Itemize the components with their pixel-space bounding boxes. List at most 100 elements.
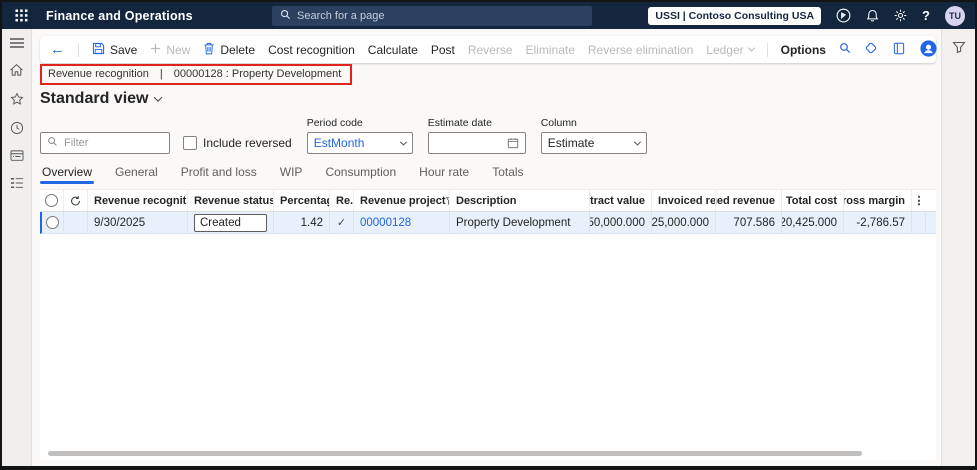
tab-hour-rate[interactable]: Hour rate xyxy=(419,165,469,182)
post-button[interactable]: Post xyxy=(431,43,455,57)
delete-button[interactable]: Delete xyxy=(203,42,255,58)
column-header-revenue-project[interactable]: Revenue project xyxy=(354,190,450,211)
calendar-icon[interactable] xyxy=(507,137,519,149)
column-header-description[interactable]: Description xyxy=(450,190,590,211)
grid-filter-input[interactable] xyxy=(64,137,163,149)
column-header-gross-margin[interactable]: Gross margin xyxy=(844,190,912,211)
estimate-date-label: Estimate date xyxy=(427,117,492,129)
revenue-project-link[interactable]: 00000128 xyxy=(360,217,411,229)
home-icon[interactable] xyxy=(9,63,24,77)
recent-clock-icon[interactable] xyxy=(10,121,24,135)
chevron-down-icon xyxy=(154,93,163,102)
breadcrumb: Revenue recognition | 00000128 : Propert… xyxy=(40,64,353,85)
help-icon[interactable]: ? xyxy=(922,8,930,23)
settings-gear-icon[interactable] xyxy=(894,9,907,22)
cell-percentage-completed[interactable]: 1.42 xyxy=(274,212,330,233)
task-guide-icon[interactable] xyxy=(893,42,905,58)
copilot-icon[interactable] xyxy=(920,39,937,60)
row-select-radio[interactable] xyxy=(46,216,59,229)
global-search-input[interactable] xyxy=(297,9,584,22)
row-refresh-cell xyxy=(64,212,88,233)
user-avatar[interactable]: TU xyxy=(945,5,965,26)
back-arrow-icon[interactable]: ← xyxy=(50,42,65,57)
period-code-combobox[interactable]: EstMonth xyxy=(306,132,413,154)
personalize-icon[interactable] xyxy=(864,41,878,58)
tab-totals[interactable]: Totals xyxy=(492,165,523,182)
chevron-down-icon xyxy=(747,44,755,52)
select-all-radio[interactable] xyxy=(45,194,58,207)
save-button[interactable]: Save xyxy=(92,42,137,58)
estimate-date-group: Estimate date xyxy=(427,117,526,154)
column-header-contract-value[interactable]: Contract value xyxy=(590,190,652,211)
ledger-menu-button[interactable]: Ledger xyxy=(706,43,755,57)
select-all-cell[interactable] xyxy=(40,190,64,211)
cell-gross-margin[interactable]: -2,786.57 xyxy=(844,212,912,233)
reverse-button[interactable]: Reverse xyxy=(468,43,513,57)
estimate-date-field[interactable] xyxy=(427,132,526,154)
row-select-cell[interactable] xyxy=(42,212,64,233)
checkbox[interactable] xyxy=(183,136,197,150)
column-header-total-cost[interactable]: Total cost xyxy=(782,190,844,211)
grid-filter-field[interactable] xyxy=(40,132,170,154)
chevron-down-icon xyxy=(399,138,407,146)
estimate-date-input[interactable] xyxy=(434,137,495,149)
save-icon xyxy=(92,42,105,58)
favorites-star-icon[interactable] xyxy=(10,92,24,106)
column-header-reversed[interactable]: Re... xyxy=(330,190,354,211)
dynamics-365-icon[interactable] xyxy=(836,8,851,23)
divider xyxy=(766,42,768,57)
filter-pane-funnel-icon[interactable] xyxy=(951,40,966,56)
cell-more xyxy=(912,212,926,233)
cell-invoiced-revenue[interactable]: 25,000.000 xyxy=(652,212,716,233)
page-title: Standard view xyxy=(40,90,149,107)
options-button[interactable]: Options xyxy=(781,43,826,57)
cell-accrued-revenue[interactable]: 707.586 xyxy=(716,212,782,233)
column-label: Column xyxy=(540,117,577,129)
breadcrumb-record: 00000128 : Property Development xyxy=(173,68,342,80)
column-group: Column Estimate xyxy=(540,117,647,154)
cell-contract-value[interactable]: 50,000.000 xyxy=(590,212,652,233)
checkbox-label: Include reversed xyxy=(203,136,292,150)
new-button[interactable]: New xyxy=(150,43,190,57)
tab-consumption[interactable]: Consumption xyxy=(325,165,396,182)
cell-total-cost[interactable]: 20,425.000 xyxy=(782,212,844,233)
tab-overview[interactable]: Overview xyxy=(39,165,95,184)
column-header-revenue-recognition-date[interactable]: Revenue recognition ... xyxy=(88,190,188,211)
global-search[interactable] xyxy=(272,5,592,26)
column-header-accrued-revenue[interactable]: Accrued revenue xyxy=(716,190,782,211)
eliminate-button[interactable]: Eliminate xyxy=(526,43,575,57)
include-reversed-checkbox-group[interactable]: Include reversed xyxy=(183,132,292,154)
refresh-grid-icon[interactable] xyxy=(64,190,88,211)
tab-profit-and-loss[interactable]: Profit and loss xyxy=(181,165,257,182)
revenue-status-input[interactable]: Created xyxy=(194,213,267,232)
cell-description[interactable]: Property Development xyxy=(450,212,590,233)
hamburger-menu-icon[interactable] xyxy=(9,38,24,48)
column-header-invoiced-revenue[interactable]: Invoiced reven... xyxy=(652,190,716,211)
cell-revenue-status[interactable]: Created xyxy=(188,212,274,233)
calculate-button[interactable]: Calculate xyxy=(368,43,418,57)
period-code-label: Period code xyxy=(306,117,363,129)
column-options-more-icon[interactable]: ⋮ xyxy=(912,190,926,211)
environment-badge[interactable]: USSI | Contoso Consulting USA xyxy=(648,6,822,25)
app-launcher-waffle-icon[interactable] xyxy=(10,5,32,27)
cell-revenue-project[interactable]: 00000128 xyxy=(354,212,450,233)
chevron-down-icon xyxy=(633,138,641,146)
workspaces-icon[interactable] xyxy=(10,150,24,162)
notifications-bell-icon[interactable] xyxy=(866,9,879,22)
column-combobox[interactable]: Estimate xyxy=(540,132,647,154)
breadcrumb-section[interactable]: Revenue recognition xyxy=(48,68,149,80)
modules-list-icon[interactable] xyxy=(10,177,24,189)
cost-recognition-button[interactable]: Cost recognition xyxy=(268,43,355,57)
horizontal-scrollbar[interactable] xyxy=(48,451,862,456)
column-header-percentage-completed[interactable]: Percentage co... xyxy=(274,190,330,211)
reverse-elimination-button[interactable]: Reverse elimination xyxy=(588,43,693,57)
cell-revenue-recognition-date[interactable]: 9/30/2025 xyxy=(88,212,188,233)
app-window: Finance and Operations USSI | Contoso Co… xyxy=(0,0,977,470)
tab-general[interactable]: General xyxy=(115,165,158,182)
period-code-group: Period code EstMonth xyxy=(306,117,413,154)
tab-wip[interactable]: WIP xyxy=(280,165,303,182)
column-header-revenue-status[interactable]: Revenue status xyxy=(188,190,274,211)
table-row[interactable]: 9/30/2025 Created 1.42 ✓ 00000128 Proper… xyxy=(40,212,936,234)
view-selector[interactable]: Standard view xyxy=(40,90,936,108)
action-search-icon[interactable] xyxy=(839,42,851,57)
